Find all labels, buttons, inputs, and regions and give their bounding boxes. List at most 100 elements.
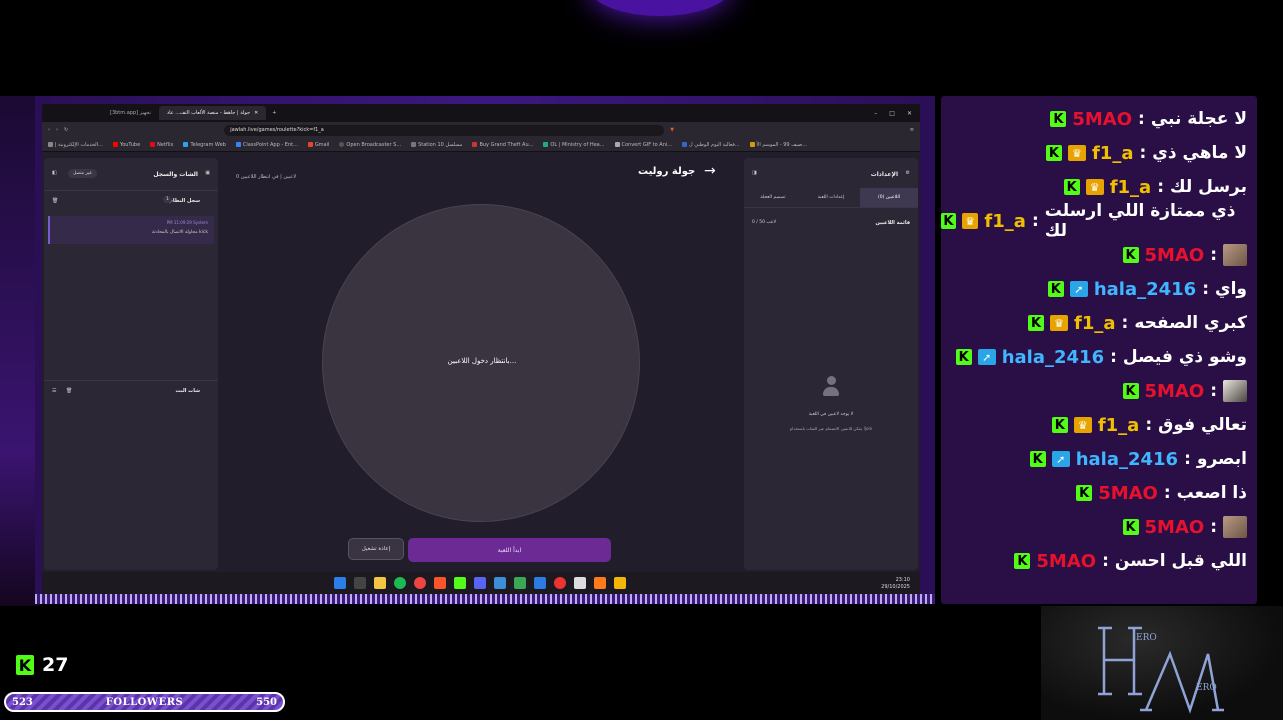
chat-username[interactable]: f1_a: [1074, 313, 1116, 334]
viewer-count: 27: [42, 654, 69, 676]
bookmark-item[interactable]: صيف 99 - الموسم الأ...: [749, 142, 807, 148]
xbox-icon[interactable]: [514, 577, 526, 589]
bookmark-item[interactable]: OL | Ministry of Hea...: [543, 142, 605, 148]
classpoint-icon: [235, 142, 241, 147]
spotify-icon[interactable]: [394, 577, 406, 589]
search-icon[interactable]: [354, 577, 366, 589]
players-list-title: قائمة اللاعبين: [875, 220, 910, 226]
new-tab-icon[interactable]: +: [272, 110, 276, 116]
app-icon[interactable]: [534, 577, 546, 589]
browser-tab[interactable]: [3btm.app] تجهيز: [102, 106, 159, 120]
discord-icon[interactable]: [474, 577, 486, 589]
chat-username[interactable]: hala_2416: [1002, 347, 1104, 368]
telegram-icon: [183, 142, 189, 147]
app-icon[interactable]: [614, 577, 626, 589]
chat-username[interactable]: 5MAO: [1145, 381, 1205, 402]
vip-badge-icon: ➚: [1069, 281, 1088, 297]
collapse-icon[interactable]: ◨: [752, 170, 757, 176]
close-icon[interactable]: ✕: [254, 110, 258, 116]
chat-username[interactable]: 5MAO: [1145, 245, 1205, 266]
chat-username[interactable]: f1_a: [1110, 177, 1152, 198]
bookmark-item[interactable]: Open Broadcaster S...: [339, 142, 401, 148]
bookmark-item[interactable]: Buy Grand Theft Au...: [472, 142, 533, 148]
chat-text: لا عجلة نبي: [1150, 109, 1247, 129]
tab-game-settings[interactable]: إعدادات اللعبة: [802, 188, 860, 207]
bookmark-item[interactable]: الخدمات الإلكترونية إ...: [48, 142, 103, 148]
chat-username[interactable]: f1_a: [1092, 143, 1134, 164]
tab-wheel-design[interactable]: تصميم العجلة: [744, 188, 802, 207]
bookmark-item[interactable]: فعالية اليوم الوطني ل...: [682, 142, 740, 148]
bookmark-item[interactable]: Station 10 مسلسل: [411, 142, 462, 148]
browser-tab-active[interactable]: جولة | جاهط - منصة الألعاب التف... عاد ✕: [158, 106, 267, 120]
clock-date: 29/10/2025: [881, 584, 910, 590]
bookmark-item[interactable]: Gmail: [307, 142, 329, 148]
chat-username[interactable]: 5MAO: [1145, 517, 1205, 538]
chat-message: K 5MAO: لا عجلة نبي: [1050, 106, 1247, 132]
chat-username[interactable]: 5MAO: [1098, 483, 1158, 504]
trash-icon[interactable]: 🗑: [66, 388, 72, 394]
reload-icon[interactable]: ↻: [64, 127, 68, 133]
captured-screen: [3btm.app] تجهيز جولة | جاهط - منصة الأل…: [42, 104, 920, 596]
chat-text: ذي ممتازة اللي ارسلت لك: [1044, 201, 1236, 241]
chat-username[interactable]: f1_a: [984, 211, 1026, 232]
chat-text: اللي قبل احسن: [1114, 551, 1247, 571]
page-title: جولة روليت: [638, 166, 696, 177]
emote-image: [1223, 516, 1247, 538]
connection-toggle[interactable]: غير متصل: [68, 169, 97, 178]
folder-icon[interactable]: [374, 577, 386, 589]
chat-text: ذا اصعب: [1176, 483, 1247, 503]
forward-icon[interactable]: ›: [56, 127, 58, 133]
app-icon[interactable]: [594, 577, 606, 589]
chat-username[interactable]: f1_a: [1098, 415, 1140, 436]
tab-players[interactable]: اللاعبين (0): [860, 188, 918, 207]
followers-goal: 550: [256, 697, 277, 708]
minimize-icon[interactable]: –: [874, 110, 877, 117]
trash-icon[interactable]: 🗑: [52, 198, 58, 204]
kick-badge-icon: K: [1122, 247, 1139, 263]
divider: [44, 190, 218, 191]
chat-message: K ♛ f1_a: كبري الصفحه: [1028, 310, 1247, 336]
steam-icon[interactable]: [494, 577, 506, 589]
list-icon[interactable]: ☰: [52, 388, 56, 394]
app-icon[interactable]: [574, 577, 586, 589]
kick-badge-icon: K: [1122, 519, 1139, 535]
chat-username[interactable]: 5MAO: [1036, 551, 1096, 572]
vip-badge-icon: ➚: [1051, 451, 1070, 467]
chat-separator: :: [1163, 483, 1171, 503]
reset-button[interactable]: إعادة تشغيل: [348, 538, 404, 560]
bookmark-item[interactable]: YouTube: [112, 142, 140, 148]
bookmark-item[interactable]: Convert GIF to Ani...: [614, 142, 672, 148]
crown-badge-icon: ♛: [1067, 145, 1086, 161]
chat-separator: :: [1138, 109, 1145, 129]
bookmark-item[interactable]: Telegram Web: [183, 142, 226, 148]
brave-shield-icon[interactable]: ▼: [670, 127, 674, 133]
chat-username[interactable]: 5MAO: [1072, 109, 1132, 130]
arrow-right-icon[interactable]: →: [704, 163, 716, 179]
windows-start-icon[interactable]: [334, 577, 346, 589]
start-game-button[interactable]: ابدأ اللعبة: [408, 538, 611, 562]
svg-text:ERO: ERO: [1136, 633, 1157, 643]
chat-username[interactable]: hala_2416: [1076, 449, 1178, 470]
system-tray: 23:10 29/10/2025: [881, 577, 910, 591]
kick-badge-icon: K: [1045, 145, 1062, 161]
brave-icon[interactable]: [434, 577, 446, 589]
chat-username[interactable]: hala_2416: [1094, 279, 1196, 300]
top-glow: [590, 0, 730, 16]
chat-text: وشو ذي فيصل: [1122, 347, 1247, 367]
chat-separator: :: [1110, 347, 1117, 367]
log-title: سجل النظام: [169, 198, 200, 204]
bookmark-icon: [749, 142, 755, 147]
roulette-wheel[interactable]: بانتظار دخول اللاعبين...: [322, 204, 640, 522]
url-field[interactable]: jawlah.live/games/roulette?kick=f1_a: [224, 124, 665, 136]
bookmark-item[interactable]: Netflix: [150, 142, 173, 148]
bookmark-item[interactable]: ClassPoint App - Ent...: [235, 142, 298, 148]
collapse-icon[interactable]: ◧: [52, 170, 57, 176]
menu-icon[interactable]: ≡: [910, 127, 914, 133]
chrome-icon[interactable]: [414, 577, 426, 589]
kick-badge-icon: K: [1051, 417, 1068, 433]
app-icon[interactable]: [554, 577, 566, 589]
close-window-icon[interactable]: ✕: [907, 110, 912, 117]
maximize-icon[interactable]: □: [889, 110, 895, 117]
kick-icon[interactable]: [454, 577, 466, 589]
back-icon[interactable]: ‹: [48, 127, 50, 133]
